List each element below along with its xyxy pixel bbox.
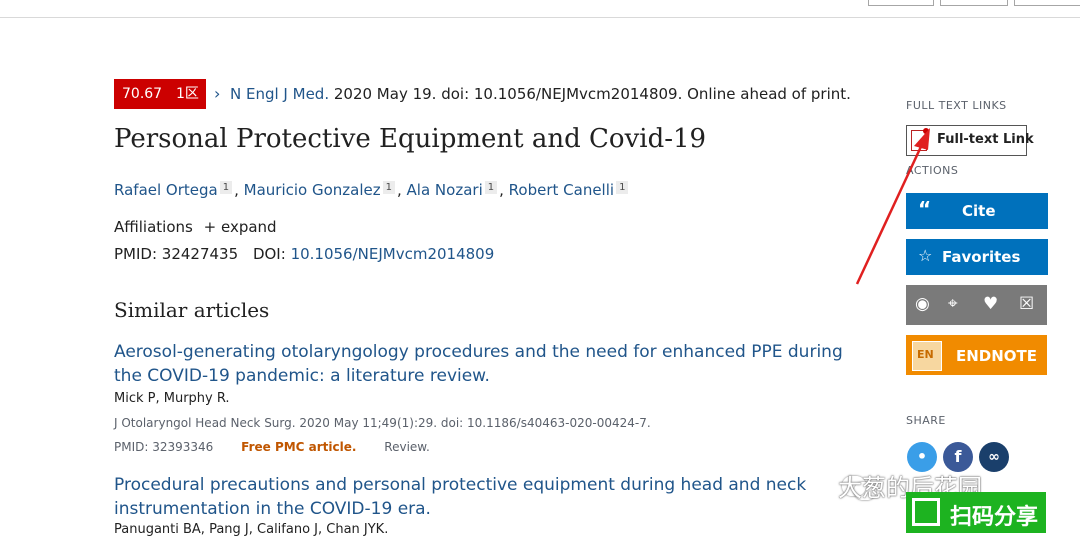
scan-share-label: 扫码分享 [950,505,1039,530]
annotation-arrow [855,128,930,285]
scan-share-button[interactable]: 扫码分享 [906,492,1046,533]
scan-icon [912,498,940,526]
